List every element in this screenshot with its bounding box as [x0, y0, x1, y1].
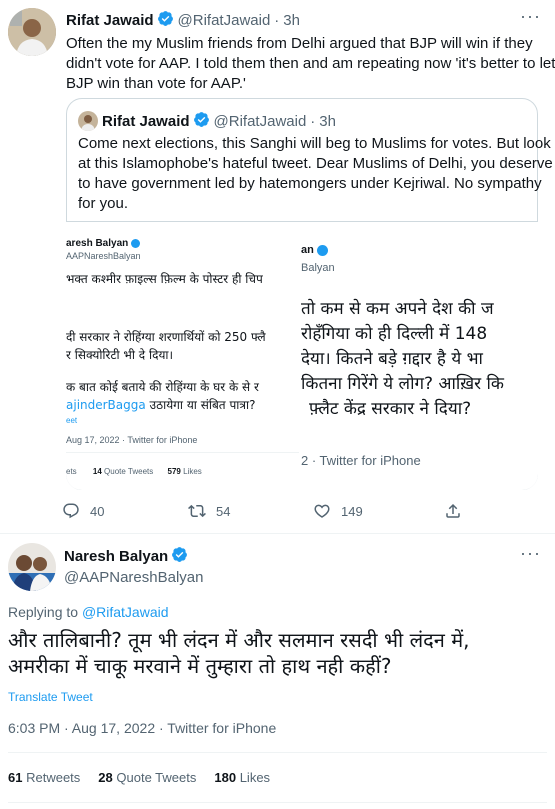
- image-stat-num: 14: [92, 467, 102, 476]
- tweet-time[interactable]: 3h: [283, 12, 300, 29]
- tweet-stats: 61 Retweets 28 Quote Tweets 180 Likes: [8, 770, 270, 785]
- verified-badge-icon: [193, 111, 210, 132]
- media-image-right[interactable]: an Balyan तो कम से कम अपने देश की ज रोहँ…: [301, 222, 538, 490]
- main-text-line: अमरीका में चाकू मरवाने में तुम्हारा तो ह…: [8, 654, 392, 678]
- quoted-body: Come next elections, this Sanghi will be…: [78, 134, 553, 214]
- author-handle[interactable]: @RifatJawaid: [178, 12, 271, 29]
- image-author-handle: AAPNareshBalyan: [66, 251, 141, 261]
- image-text-line: देया। कितने बड़े ग़द्दार है ये भा: [301, 349, 483, 369]
- quoted-text-line: at this Islamophobe's hateful tweet. Dea…: [78, 155, 553, 172]
- verified-badge-icon: [316, 244, 328, 256]
- tweet-divider: [0, 533, 555, 534]
- retweet-icon: [188, 504, 206, 518]
- image-divider: [66, 452, 299, 453]
- avatar-naresh[interactable]: [8, 543, 56, 591]
- heart-icon: [314, 504, 330, 518]
- share-icon: [446, 503, 460, 518]
- image-stat-label: Quote Tweets: [104, 467, 154, 476]
- quoted-handle: @RifatJawaid: [213, 112, 307, 130]
- reply-icon: [63, 503, 79, 519]
- quoted-avatar: [78, 111, 98, 131]
- image-meta: Aug 17, 2022 · Twitter for iPhone: [66, 435, 198, 445]
- quoted-header: Rifat Jawaid @RifatJawaid · 3h: [102, 111, 336, 131]
- separator-dot: ·: [274, 11, 280, 29]
- image-author-name: aresh Balyan: [66, 238, 129, 249]
- stats-divider-top: [8, 752, 547, 753]
- reply-action[interactable]: 40: [62, 502, 104, 520]
- stats-divider-bottom: [8, 802, 547, 803]
- main-text-line: और तालिबानी? तूम भी लंदन में और सलमान रस…: [8, 628, 470, 652]
- tweet-text-line: Often the my Muslim friends from Delhi a…: [66, 35, 533, 52]
- retweet-count: 54: [216, 503, 231, 519]
- image-author-name: an: [301, 244, 314, 256]
- share-action[interactable]: [444, 502, 462, 520]
- image-text-line: दी सरकार ने रोहिंग्या शरणार्थियों को 250…: [66, 330, 266, 344]
- image-text-line: भक्त कश्मीर फ़ाइल्स फ़िल्म के पोस्टर ही …: [66, 272, 263, 286]
- replying-prefix: Replying to: [8, 604, 79, 620]
- image-text-line: र सिक्योरिटी भी दे दिया।: [66, 348, 174, 362]
- image-link-text: eet: [66, 416, 78, 425]
- image-mention: ajinderBagga: [66, 398, 146, 412]
- media-image-left[interactable]: aresh Balyan AAPNareshBalyan भक्त कश्मीर…: [66, 222, 301, 490]
- image-stat-label: ets: [66, 467, 77, 476]
- tweet-header: Rifat Jawaid @RifatJawaid · 3h: [66, 10, 300, 30]
- main-author-handle[interactable]: @AAPNareshBalyan: [64, 569, 203, 586]
- image-stats: ets 14 Quote Tweets 579 Likes: [66, 467, 202, 476]
- quoted-text-line: for you.: [78, 195, 129, 212]
- image-text-line: तो कम से कम अपने देश की ज: [301, 299, 494, 319]
- tweet-text-line: BJP win than vote for AAP.': [66, 75, 246, 92]
- image-text-line: फ़्लैट केंद्र सरकार ने दिया?: [309, 399, 472, 419]
- likes-stat[interactable]: 180 Likes: [214, 770, 270, 785]
- image-text: उठायेगा या संबित पात्रा?: [145, 398, 256, 412]
- quoted-author-name: Rifat Jawaid: [102, 112, 190, 130]
- image-text-mention-line: ajinderBagga उठायेगा या संबित पात्रा?: [66, 396, 255, 413]
- verified-badge-icon: [131, 238, 141, 248]
- image-stat-label: Likes: [183, 467, 202, 476]
- replying-to-handle[interactable]: @RifatJawaid: [82, 604, 169, 620]
- image-text-line: क बात कोई बताये की रोहिंग्या के घर के से…: [66, 380, 259, 394]
- tweet-body: Often the my Muslim friends from Delhi a…: [66, 34, 555, 94]
- like-count: 149: [341, 503, 363, 519]
- replying-to: Replying to @RifatJawaid: [8, 604, 169, 620]
- retweets-num: 61: [8, 770, 23, 785]
- author-name[interactable]: Rifat Jawaid: [66, 12, 154, 29]
- main-author-name[interactable]: Naresh Balyan: [64, 548, 168, 565]
- image-author-handle: Balyan: [301, 262, 335, 274]
- retweet-action[interactable]: 54: [188, 502, 230, 520]
- quoted-text-line: Come next elections, this Sanghi will be…: [78, 135, 551, 152]
- quotes-stat[interactable]: 28 Quote Tweets: [98, 770, 196, 785]
- translate-tweet-link[interactable]: Translate Tweet: [8, 690, 93, 704]
- retweets-stat[interactable]: 61 Retweets: [8, 770, 80, 785]
- more-options-icon[interactable]: ···: [520, 6, 541, 27]
- reply-count: 40: [90, 503, 105, 519]
- verified-badge-icon: [171, 546, 188, 567]
- quotes-label: Quote Tweets: [116, 770, 197, 785]
- separator-dot: ·: [310, 112, 316, 130]
- quoted-media[interactable]: aresh Balyan AAPNareshBalyan भक्त कश्मीर…: [66, 221, 538, 490]
- quoted-time: 3h: [319, 112, 336, 130]
- retweets-label: Retweets: [26, 770, 81, 785]
- image-text-line: कितना गिरेंगे ये लोग? आख़िर कि: [301, 374, 504, 394]
- main-timestamp[interactable]: 6:03 PM · Aug 17, 2022 · Twitter for iPh…: [8, 720, 276, 736]
- tweet-text-line: didn't vote for AAP. I told them then an…: [66, 55, 555, 72]
- likes-label: Likes: [239, 770, 271, 785]
- verified-badge-icon: [157, 10, 174, 31]
- more-options-icon[interactable]: ···: [520, 543, 541, 564]
- main-author-block: Naresh Balyan @AAPNareshBalyan: [64, 546, 203, 586]
- image-text-line: रोहँगिया को ही दिल्ली में 148: [301, 324, 488, 344]
- quoted-text-line: to have government led by hatemongers un…: [78, 175, 542, 192]
- main-tweet-text: और तालिबानी? तूम भी लंदन में और सलमान रस…: [8, 627, 548, 679]
- likes-num: 180: [214, 770, 237, 785]
- image-stat-num: 579: [167, 467, 181, 476]
- like-action[interactable]: 149: [313, 502, 363, 520]
- quotes-num: 28: [98, 770, 113, 785]
- avatar-rifat[interactable]: [8, 8, 56, 56]
- image-meta: 2 · Twitter for iPhone: [301, 453, 421, 468]
